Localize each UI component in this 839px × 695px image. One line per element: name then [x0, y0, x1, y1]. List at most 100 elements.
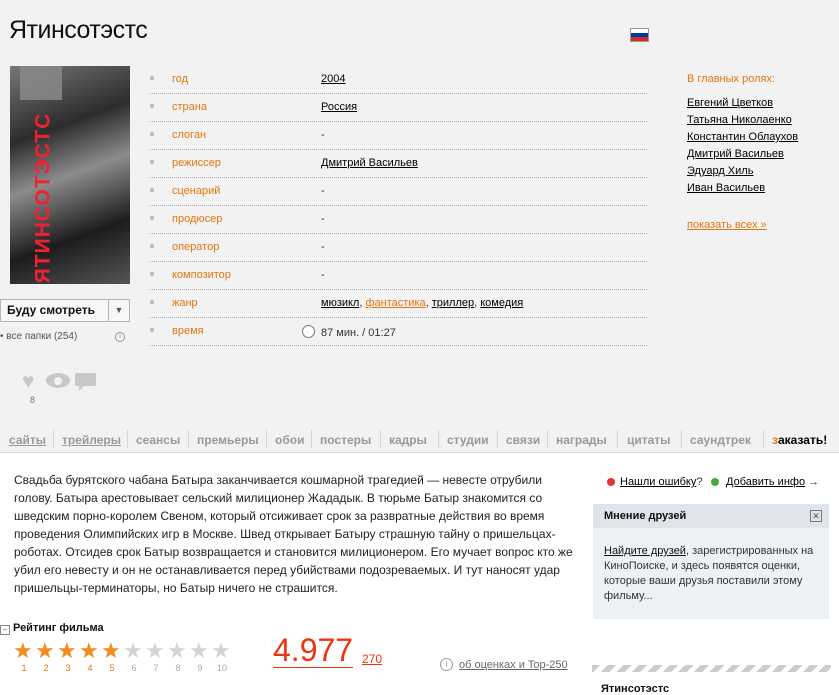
report-error-link[interactable]: Нашли ошибку — [620, 476, 696, 488]
collapse-icon[interactable]: − — [0, 625, 10, 635]
info-key: композитор — [172, 269, 231, 281]
info-value: - — [321, 185, 325, 197]
rating-score[interactable]: 4.977 — [273, 633, 354, 668]
rating-star[interactable]: ★ — [35, 640, 55, 662]
favorites-count: 8 — [30, 395, 36, 405]
rating-star[interactable]: ★ — [167, 640, 187, 662]
movie-description: Свадьба бурятского чабана Батыра заканчи… — [14, 473, 573, 595]
rating-heading-label: Рейтинг фильма — [13, 622, 104, 634]
tab-soundtrack[interactable]: саундтрек — [690, 433, 751, 447]
genre-link[interactable]: фантастика — [365, 297, 425, 309]
arrow-right-icon: → — [808, 476, 820, 488]
bookmark-icon[interactable] — [20, 66, 62, 100]
rating-star-number: 8 — [175, 663, 181, 673]
info-value: - — [321, 129, 325, 141]
info-icon: i — [440, 658, 453, 671]
show-all-cast-link[interactable]: показать всех » — [687, 219, 767, 231]
info-key: жанр — [172, 297, 198, 309]
chevron-down-icon[interactable]: ▼ — [108, 300, 129, 321]
friends-opinion-title: Мнение друзей — [604, 510, 687, 522]
actor-link[interactable]: Константин Облаухов — [687, 131, 798, 143]
genre-link[interactable]: мюзикл — [321, 297, 359, 309]
rating-star-number: 5 — [109, 663, 115, 673]
actor-link[interactable]: Дмитрий Васильев — [687, 148, 784, 160]
eye-icon[interactable] — [46, 373, 70, 388]
country-link[interactable]: Россия — [321, 101, 357, 113]
poster-title: ЯТИНСОТЭСТС — [31, 112, 55, 284]
actor-link[interactable]: Татьяна Николаенко — [687, 114, 792, 126]
info-row-screenplay: сценарий - — [150, 178, 647, 206]
error-icon — [607, 478, 615, 486]
rating-star[interactable]: ★ — [13, 640, 33, 662]
rating-star[interactable]: ★ — [145, 640, 165, 662]
rating-star-number: 3 — [65, 663, 71, 673]
rating-star-number: 4 — [87, 663, 93, 673]
info-row-director: режиссер Дмитрий Васильев — [150, 150, 647, 178]
add-info-link[interactable]: Добавить инфо — [726, 476, 805, 488]
tab-showtimes[interactable]: сеансы — [136, 433, 180, 447]
rating-star-number: 9 — [197, 663, 203, 673]
tab-trailers[interactable]: трейлеры — [62, 433, 121, 447]
add-info: Добавить инфо → — [726, 476, 819, 488]
info-key: режиссер — [172, 157, 221, 169]
rating-star[interactable]: ★ — [101, 640, 121, 662]
genre-link[interactable]: комедия — [480, 297, 523, 309]
russian-flag-icon — [630, 28, 649, 42]
rating-star[interactable]: ★ — [79, 640, 99, 662]
info-value: - — [321, 269, 325, 281]
rating-star-number: 7 — [153, 663, 159, 673]
find-friends-link[interactable]: Найдите друзей — [604, 545, 686, 557]
info-row-tagline: слоган - — [150, 122, 647, 150]
tab-stills[interactable]: кадры — [389, 433, 427, 447]
page-title: Ятинсотэстс — [9, 16, 148, 44]
info-value: - — [321, 241, 325, 253]
info-row-producer: продюсер - — [150, 206, 647, 234]
info-icon[interactable]: i — [115, 332, 125, 342]
info-key: год — [172, 73, 189, 85]
info-row-operator: оператор - — [150, 234, 647, 262]
tab-awards[interactable]: награды — [556, 433, 607, 447]
info-key: продюсер — [172, 213, 223, 225]
rating-star-number: 2 — [43, 663, 49, 673]
report-error: Нашли ошибку? — [620, 476, 702, 488]
all-folders-link[interactable]: • все папки (254) — [0, 331, 77, 342]
rating-star[interactable]: ★ — [57, 640, 77, 662]
folders-text: все папки (254) — [6, 331, 78, 342]
info-key: слоган — [172, 129, 207, 141]
rating-star[interactable]: ★ — [123, 640, 143, 662]
movie-tabs: сайты трейлеры сеансы премьеры обои пост… — [0, 428, 839, 453]
duration-value: 87 мин. / 01:27 — [321, 327, 396, 339]
actor-link[interactable]: Иван Васильев — [687, 182, 765, 194]
actor-link[interactable]: Евгений Цветков — [687, 97, 773, 109]
about-ratings-link[interactable]: об оценках и Top-250 — [459, 659, 568, 671]
actor-link[interactable]: Эдуард Хиль — [687, 165, 753, 177]
heart-icon[interactable]: ♥ — [22, 370, 34, 394]
plus-icon — [711, 478, 719, 486]
info-row-duration: время 87 мин. / 01:27 — [150, 318, 647, 346]
info-key: сценарий — [172, 185, 221, 197]
tab-sites[interactable]: сайты — [9, 433, 46, 447]
info-row-composer: композитор - — [150, 262, 647, 290]
rating-star[interactable]: ★ — [211, 640, 231, 662]
comment-icon[interactable] — [75, 373, 96, 391]
close-icon[interactable]: ✕ — [810, 510, 822, 522]
tab-links[interactable]: связи — [506, 433, 540, 447]
info-row-year: год 2004 — [150, 66, 647, 94]
info-key: страна — [172, 101, 207, 113]
director-link[interactable]: Дмитрий Васильев — [321, 157, 418, 169]
chevron-right-icon: » — [760, 219, 767, 231]
movie-poster[interactable]: ЯТИНСОТЭСТС — [10, 66, 130, 284]
tab-studios[interactable]: студии — [447, 433, 489, 447]
genre-link[interactable]: триллер — [432, 297, 474, 309]
tab-order-rest: аказать! — [777, 433, 828, 447]
tab-posters[interactable]: постеры — [320, 433, 371, 447]
year-link[interactable]: 2004 — [321, 73, 345, 85]
rating-votes[interactable]: 270 — [362, 652, 382, 666]
watch-later-button[interactable]: Буду смотреть ▼ — [0, 299, 130, 322]
tab-quotes[interactable]: цитаты — [627, 433, 670, 447]
tab-order[interactable]: заказать! — [772, 433, 827, 447]
rating-star[interactable]: ★ — [189, 640, 209, 662]
tab-wallpapers[interactable]: обои — [275, 433, 304, 447]
tab-premieres[interactable]: премьеры — [197, 433, 259, 447]
rating-heading[interactable]: − Рейтинг фильма — [0, 622, 104, 635]
